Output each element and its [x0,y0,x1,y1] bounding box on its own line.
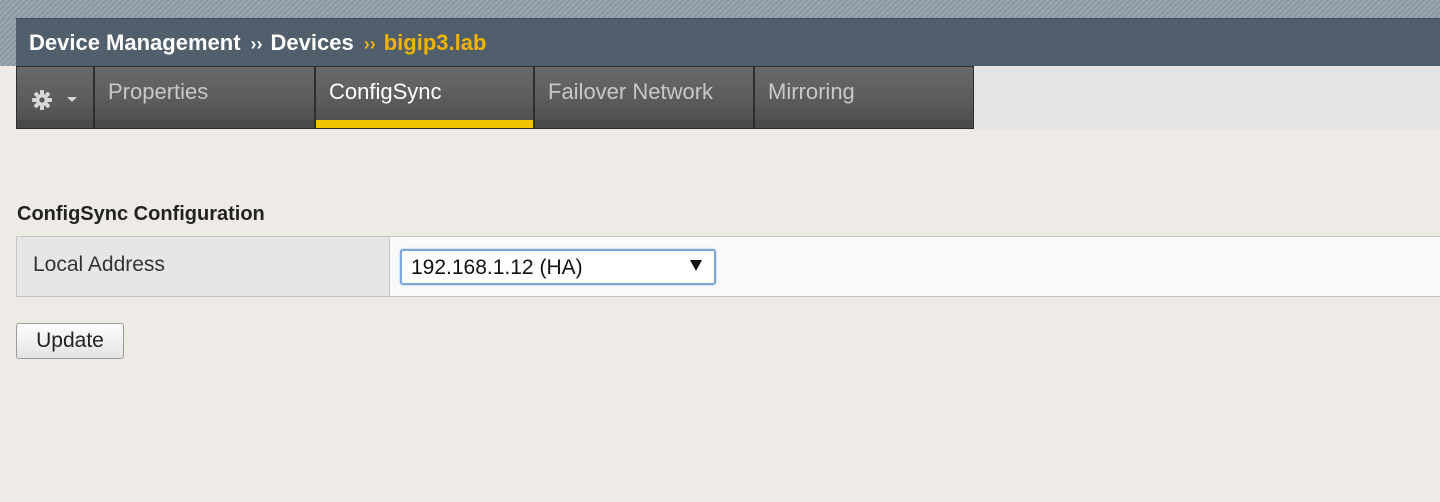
tab-label: Mirroring [768,79,855,104]
active-tab-indicator [316,120,533,128]
local-address-cell: 192.168.1.12 (HA) [390,237,1440,296]
tab-properties[interactable]: Properties [94,66,315,129]
tab-label: Failover Network [548,79,714,104]
chevron-down-icon [67,97,77,102]
settings-menu-button[interactable] [16,66,94,129]
breadcrumb: Device Management ›› Devices ›› bigip3.l… [16,18,1440,66]
top-banner-strip-edge [0,18,16,66]
tab-shade [755,120,973,128]
breadcrumb-device-management[interactable]: Device Management [29,30,241,56]
tab-shade [535,120,753,128]
section-title: ConfigSync Configuration [17,203,265,225]
tab-bar: Properties ConfigSync Failover Network M… [16,66,1440,130]
tab-configsync[interactable]: ConfigSync [315,66,534,129]
local-address-value: 192.168.1.12 (HA) [411,256,583,279]
local-address-select[interactable]: 192.168.1.12 (HA) [400,249,716,285]
breadcrumb-separator: ›› [363,34,376,54]
tab-shade [95,120,314,128]
tab-mirroring[interactable]: Mirroring [754,66,974,129]
tab-label: Properties [108,79,209,104]
breadcrumb-separator: ›› [250,34,263,54]
local-address-label: Local Address [17,237,390,296]
update-button[interactable]: Update [16,323,124,359]
triangle-down-icon [690,260,702,271]
tab-shade [17,120,93,128]
breadcrumb-current: bigip3.lab [383,29,487,55]
tab-label: ConfigSync [329,79,442,104]
tab-failover-network[interactable]: Failover Network [534,66,754,129]
config-table: Local Address 192.168.1.12 (HA) [16,236,1440,297]
breadcrumb-devices[interactable]: Devices [271,30,354,56]
gear-icon [32,90,52,110]
top-banner-strip [0,0,1440,18]
